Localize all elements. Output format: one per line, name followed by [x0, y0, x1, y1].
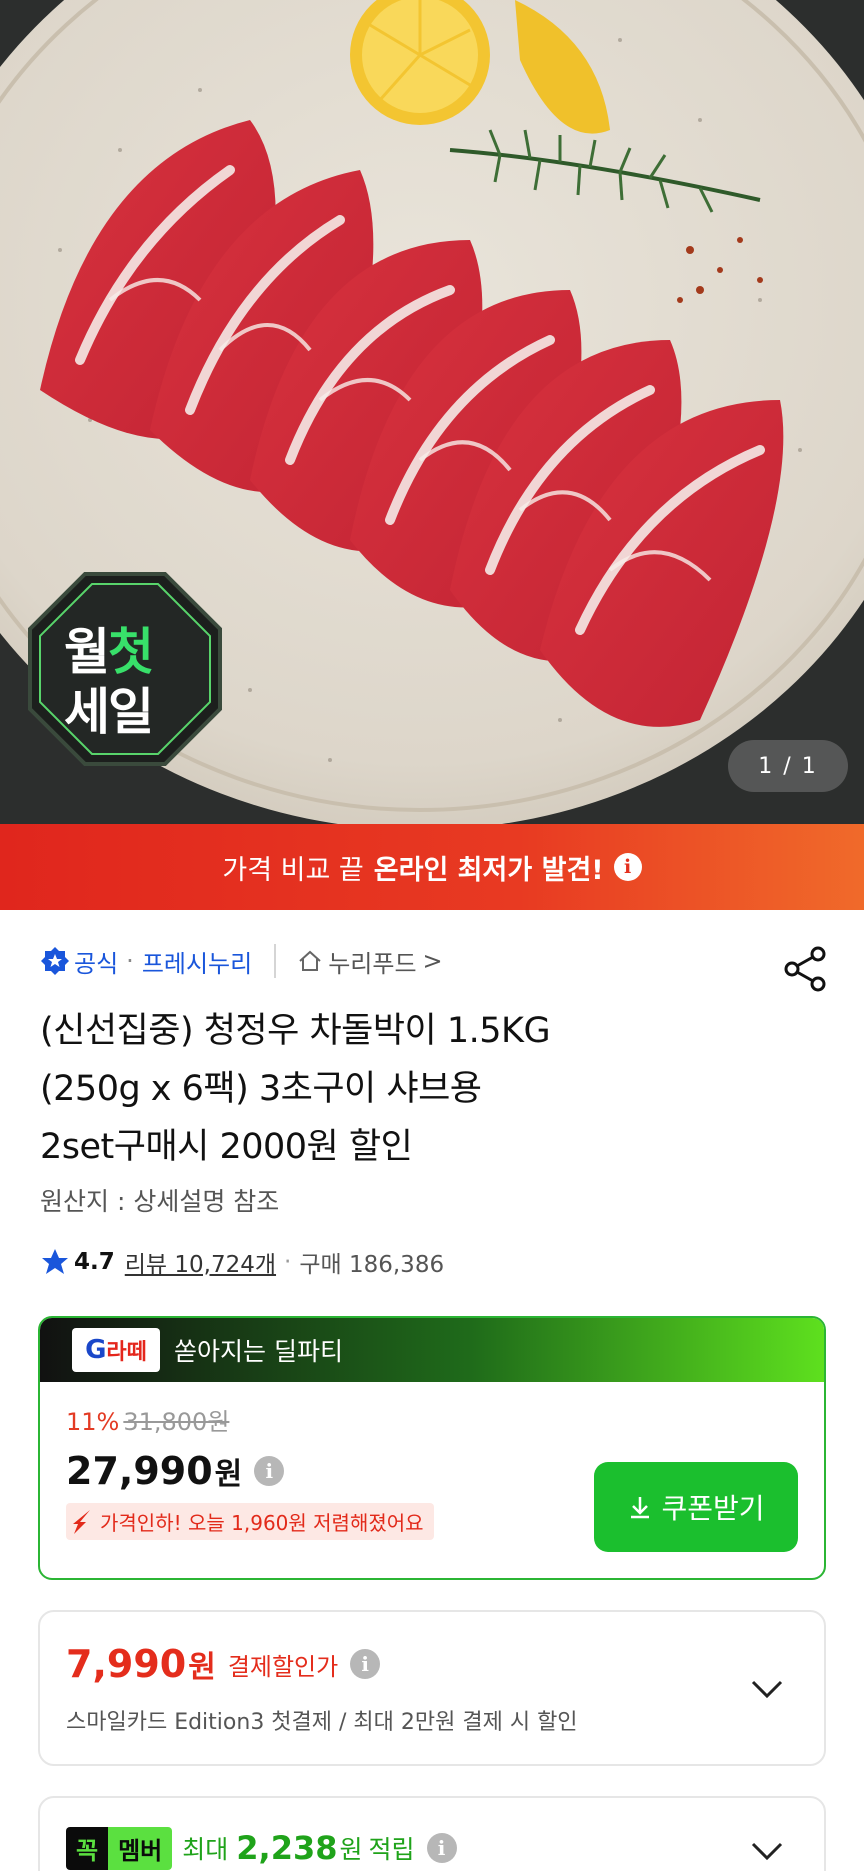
logo-accent: 라떼: [106, 1340, 147, 1365]
title-line: (250g x 6팩) 3초구이 샤브용: [40, 1069, 482, 1109]
badge-text-sale: 세일: [64, 683, 154, 741]
club-suffix: 적립: [368, 1835, 415, 1864]
chevron-right-icon: >: [422, 947, 443, 975]
store-name-link[interactable]: 프레시누리: [142, 944, 252, 979]
payment-discount-card[interactable]: 7,990 원 결제할인가 i 스마일카드 Edition3 첫결제 / 최대 …: [38, 1610, 826, 1766]
divider: [274, 944, 277, 978]
chevron-down-icon[interactable]: [750, 1840, 784, 1862]
club-badge-k: 꼭: [66, 1826, 109, 1870]
banner-text: 가격 비교 끝: [222, 854, 364, 886]
official-badge-icon: [41, 947, 69, 975]
payment-desc: 스마일카드 Edition3 첫결제 / 최대 2만원 결제 시 할인: [66, 1710, 578, 1735]
product-image[interactable]: 월첫 세일 1 / 1: [0, 0, 864, 824]
club-badge: 꼭 멤버: [66, 1826, 173, 1870]
product-info: 공식 · 프레시누리 누리푸드 > (신선집중) 청정우 차돌박이 1.5KG …: [0, 910, 864, 1280]
currency-unit: 원: [188, 1650, 216, 1685]
chevron-down-icon[interactable]: [750, 1678, 784, 1700]
glatte-logo: G 라떼: [72, 1328, 160, 1372]
rating-separator: ·: [284, 1249, 292, 1275]
club-reward-card[interactable]: 꼭 멤버 최대 2,238 원 적립 i: [38, 1796, 826, 1871]
title-line: (신선집중) 청정우 차돌박이 1.5KG: [40, 1011, 551, 1051]
rating-row: 4.7 리뷰 10,724개 · 구매 186,386: [40, 1244, 824, 1280]
payment-price: 7,990: [66, 1642, 187, 1686]
discount-row: 11% 31,800원: [66, 1402, 798, 1437]
club-prefix: 최대: [182, 1835, 229, 1864]
deal-card: G 라떼 쏟아지는 딜파티 11% 31,800원 27,990 원 i 가격인하!…: [38, 1316, 826, 1580]
product-title: (신선집중) 청정우 차돌박이 1.5KG (250g x 6팩) 3초구이 샤…: [40, 1002, 824, 1176]
official-label: 공식: [74, 949, 119, 978]
info-icon[interactable]: i: [254, 1456, 285, 1486]
rating-score: 4.7: [74, 1249, 115, 1275]
price-drop-text: 가격인하! 오늘 1,960원 저렴해졌어요: [100, 1511, 424, 1535]
shop-name: 누리푸드: [328, 949, 417, 978]
price-drop-tag: 가격인하! 오늘 1,960원 저렴해졌어요: [66, 1503, 434, 1540]
home-icon: [299, 950, 321, 971]
payment-label: 결제할인가: [227, 1652, 339, 1681]
origin-text: 원산지 : 상세설명 참조: [40, 1187, 280, 1216]
image-counter: 1 / 1: [728, 740, 848, 792]
down-arrow-icon: [73, 1509, 90, 1534]
logo-letter: G: [85, 1335, 107, 1365]
deal-title: 쏟아지는 딜파티: [174, 1337, 343, 1366]
currency-unit: 원: [339, 1835, 363, 1864]
deal-body: 11% 31,800원 27,990 원 i 가격인하! 오늘 1,960원 저렴…: [40, 1382, 824, 1560]
payment-price-row: 7,990 원 결제할인가 i: [66, 1642, 798, 1686]
monthly-sale-badge: 월첫 세일: [30, 574, 220, 764]
purchase-count: 구매 186,386: [299, 1252, 445, 1278]
title-line: 2set구매시 2000원 할인: [40, 1127, 413, 1167]
store-row: 공식 · 프레시누리 누리푸드 >: [40, 938, 824, 984]
download-icon: [631, 1497, 650, 1519]
info-icon[interactable]: i: [426, 1833, 457, 1863]
star-icon: [42, 1249, 68, 1274]
lowest-price-banner[interactable]: 가격 비교 끝 온라인 최저가 발견! i: [0, 824, 864, 910]
info-icon[interactable]: i: [350, 1649, 381, 1679]
currency-unit: 원: [214, 1457, 243, 1492]
shop-link[interactable]: 누리푸드 >: [298, 944, 443, 979]
club-row: 꼭 멤버 최대 2,238 원 적립 i: [66, 1826, 798, 1870]
share-icon[interactable]: [784, 946, 828, 992]
info-icon[interactable]: i: [613, 853, 642, 881]
get-coupon-button[interactable]: 쿠폰받기: [594, 1462, 798, 1552]
sale-price: 27,990: [66, 1449, 213, 1493]
club-badge-m: 멤버: [108, 1826, 173, 1870]
club-amount: 2,238: [236, 1829, 338, 1867]
review-link[interactable]: 리뷰 10,724개: [125, 1245, 276, 1279]
discount-rate: 11%: [66, 1408, 120, 1436]
deal-header: G 라떼 쏟아지는 딜파티: [40, 1318, 824, 1382]
original-price: 31,800원: [123, 1408, 230, 1436]
banner-bold-text: 온라인 최저가 발견!: [373, 854, 604, 886]
store-separator: ·: [126, 947, 134, 975]
coupon-button-label: 쿠폰받기: [661, 1492, 765, 1525]
